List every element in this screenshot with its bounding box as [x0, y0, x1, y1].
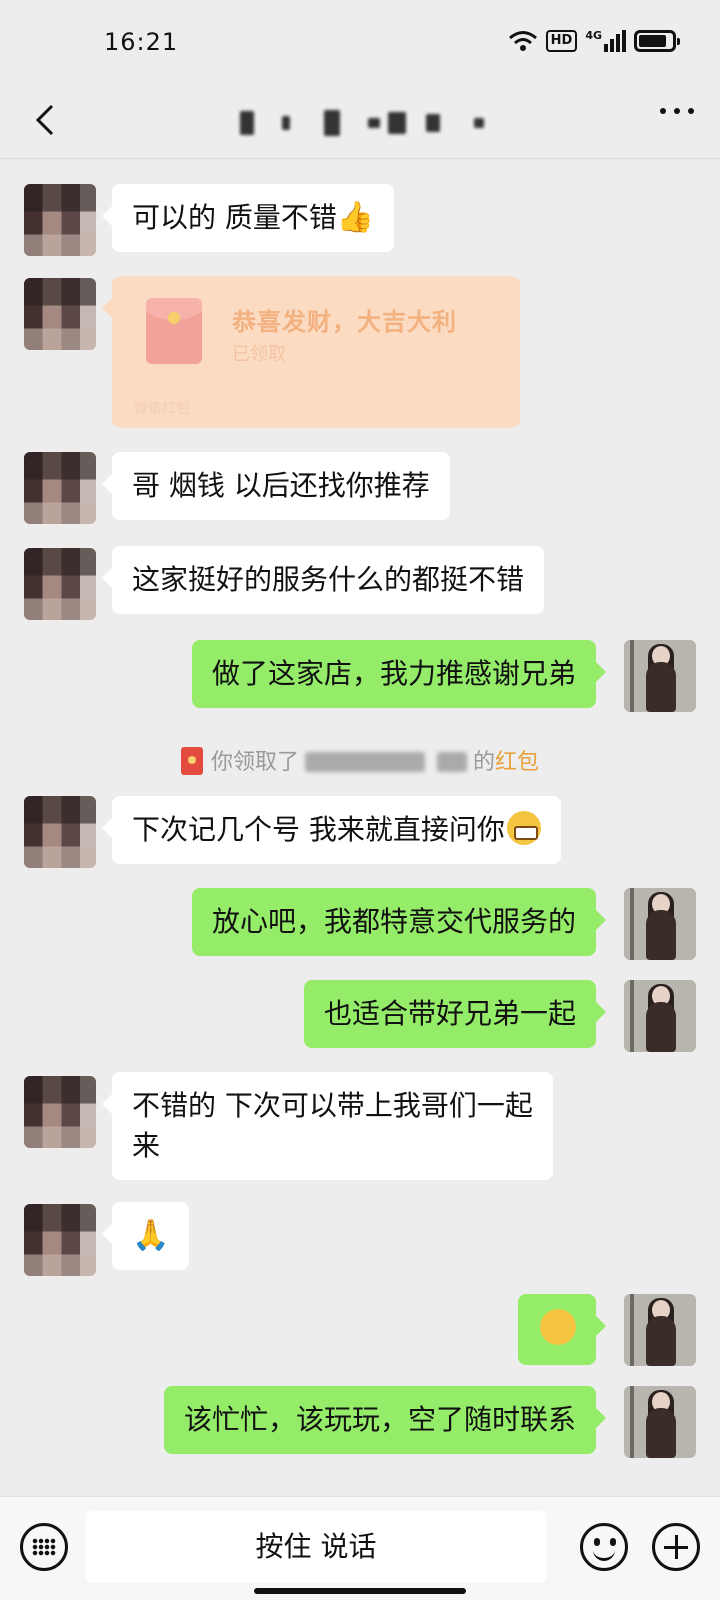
- message-text: 该忙忙，该玩玩，空了随时联系: [183, 1403, 576, 1436]
- home-indicator[interactable]: [254, 1588, 466, 1594]
- message-text-line: 不错的 下次可以带上我哥们一起: [132, 1089, 533, 1122]
- system-text-prefix: 你领取了: [210, 750, 299, 775]
- outgoing-message-bubble[interactable]: [518, 1294, 606, 1365]
- redacted-name: [436, 752, 467, 772]
- chat-input-bar: 按住 说话: [0, 1496, 720, 1600]
- emoji-icon[interactable]: [580, 1523, 628, 1571]
- red-packet-title: 恭喜发财，大吉大利: [232, 308, 457, 336]
- status-bar: 16:21 HD 4G: [0, 0, 720, 86]
- hold-to-talk-button[interactable]: 按住 说话: [86, 1511, 546, 1583]
- message-text: 也适合带好兄弟一起: [323, 997, 576, 1030]
- title-divider: [0, 158, 720, 159]
- chat-title-redacted: [240, 108, 484, 138]
- network-type-label: 4G: [585, 29, 602, 42]
- outgoing-message-bubble[interactable]: 放心吧，我都特意交代服务的: [191, 888, 607, 956]
- contact-avatar[interactable]: [24, 1076, 96, 1148]
- outgoing-message-bubble[interactable]: 该忙忙，该玩玩，空了随时联系: [163, 1386, 607, 1454]
- message-text: 这家挺好的服务什么的都挺不错: [132, 563, 525, 596]
- red-packet-link[interactable]: 红包: [495, 750, 539, 775]
- contact-avatar[interactable]: [24, 184, 96, 256]
- red-packet-mini-icon: [180, 747, 203, 775]
- system-text-suffix: 的: [472, 750, 495, 775]
- thinking-emoji-icon: [540, 1309, 576, 1345]
- thumbs-up-emoji-icon: 👍: [336, 200, 375, 235]
- pray-emoji-icon: 🙏: [132, 1218, 170, 1253]
- contact-avatar[interactable]: [24, 278, 96, 350]
- my-avatar[interactable]: [624, 640, 696, 712]
- my-avatar[interactable]: [624, 1386, 696, 1458]
- outgoing-message-bubble[interactable]: 也适合带好兄弟一起: [303, 980, 607, 1048]
- incoming-message-bubble[interactable]: 不错的 下次可以带上我哥们一起 来: [102, 1072, 553, 1180]
- plus-icon[interactable]: [652, 1523, 700, 1571]
- message-text: 下次记几个号 我来就直接问你: [132, 813, 505, 846]
- incoming-message-bubble[interactable]: 这家挺好的服务什么的都挺不错: [101, 546, 545, 614]
- grin-emoji-icon: [506, 811, 541, 845]
- message-text: 可以的 质量不错: [132, 201, 337, 234]
- red-packet-card[interactable]: 恭喜发财，大吉大利 已领取 微信红包: [102, 276, 520, 428]
- system-notice: 你领取了 的红包: [0, 744, 720, 776]
- keyboard-icon[interactable]: [20, 1523, 68, 1571]
- chat-message-list[interactable]: 可以的 质量不错👍 恭喜发财，大吉大利 已领取 微信红包 哥 烟钱 以后还找你推…: [0, 160, 720, 1490]
- redacted-name: [304, 752, 425, 772]
- contact-avatar[interactable]: [24, 1204, 96, 1276]
- incoming-message-bubble[interactable]: 可以的 质量不错👍: [101, 184, 395, 252]
- my-avatar[interactable]: [624, 1294, 696, 1366]
- message-text: 放心吧，我都特意交代服务的: [211, 905, 576, 938]
- cellular-signal-icon: 4G: [585, 30, 626, 52]
- outgoing-message-bubble[interactable]: 做了这家店，我力推感谢兄弟: [191, 640, 607, 708]
- contact-avatar[interactable]: [24, 796, 96, 868]
- red-packet-icon: [146, 298, 202, 364]
- message-text-line: 来: [132, 1129, 161, 1162]
- status-icons: HD 4G: [508, 30, 680, 52]
- more-horizontal-icon[interactable]: [660, 108, 694, 114]
- chevron-left-icon[interactable]: [28, 100, 68, 140]
- red-packet-footer: 微信红包: [134, 401, 190, 417]
- wifi-icon: [508, 31, 537, 51]
- my-avatar[interactable]: [624, 888, 696, 960]
- message-text: 哥 烟钱 以后还找你推荐: [132, 469, 430, 502]
- contact-avatar[interactable]: [24, 548, 96, 620]
- battery-level: [639, 35, 667, 47]
- battery-icon: [634, 30, 680, 52]
- incoming-message-bubble[interactable]: 下次记几个号 我来就直接问你: [102, 796, 561, 864]
- chat-title-bar: [0, 86, 720, 158]
- message-text: 做了这家店，我力推感谢兄弟: [211, 657, 576, 690]
- contact-avatar[interactable]: [24, 452, 96, 524]
- incoming-message-bubble[interactable]: 哥 烟钱 以后还找你推荐: [102, 452, 450, 520]
- status-time: 16:21: [104, 28, 179, 56]
- red-packet-status: 已领取: [232, 344, 286, 365]
- my-avatar[interactable]: [624, 980, 696, 1052]
- incoming-message-bubble[interactable]: 🙏: [101, 1202, 190, 1270]
- hd-badge: HD: [545, 30, 578, 52]
